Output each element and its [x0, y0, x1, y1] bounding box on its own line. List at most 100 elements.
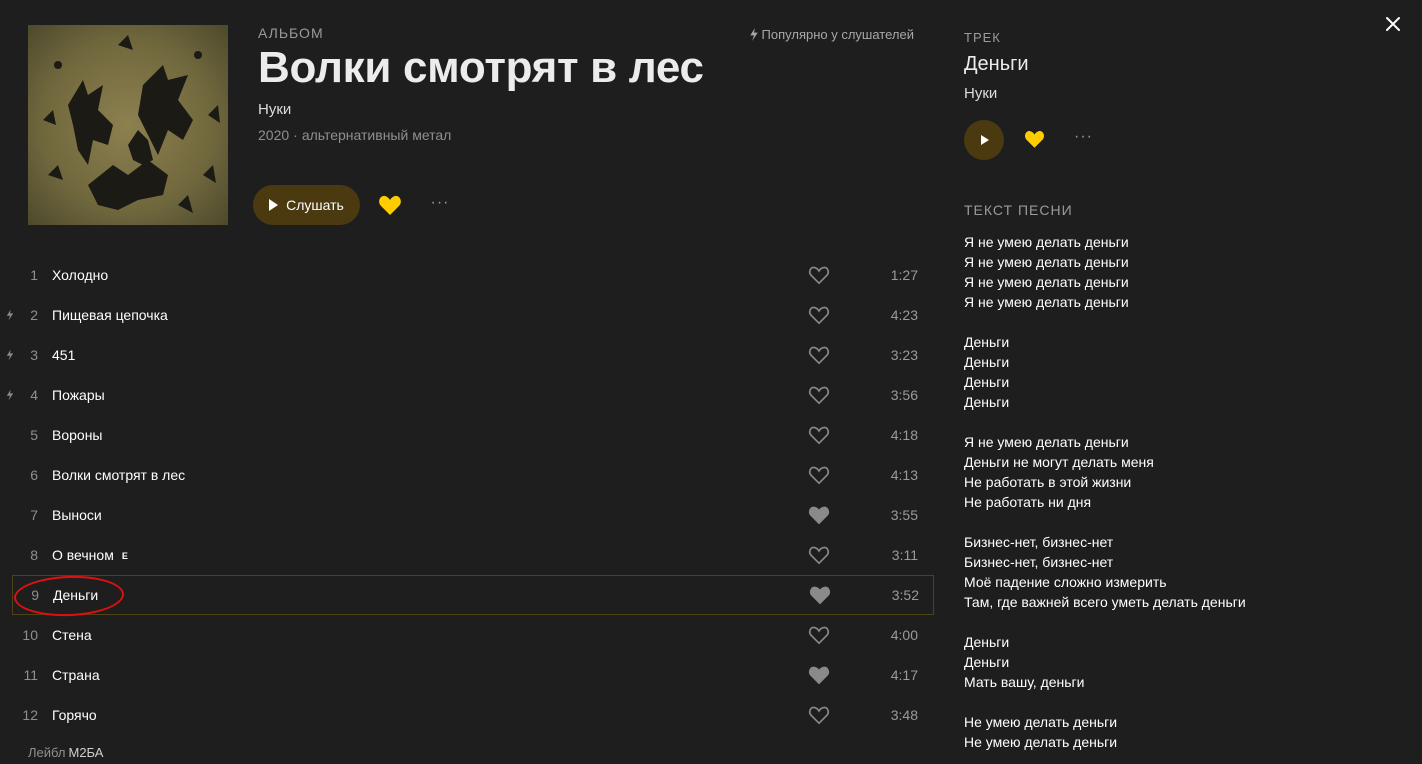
lyrics-line: Там, где важней всего уметь делать деньг… — [964, 594, 1246, 610]
track-title: Волки смотрят в лес — [52, 467, 185, 483]
album-like-heart-icon[interactable] — [378, 194, 402, 216]
lyrics-stanza: Не умею делать деньги Не умею делать день… — [964, 712, 1384, 752]
track-title: Деньги — [53, 587, 98, 603]
heart-filled-icon[interactable] — [808, 665, 830, 685]
heart-outline-icon[interactable] — [808, 345, 830, 365]
heart-outline-icon[interactable] — [808, 465, 830, 485]
lyrics-line: Деньги — [964, 354, 1010, 370]
lyrics-line: Не работать ни дня — [964, 494, 1092, 510]
track-list: 1 Холодно 1:27 2 Пищевая цепочка 4:23 3 451 3:23… — [6, 255, 934, 735]
listen-button[interactable]: Слушать — [253, 185, 360, 225]
track-duration: 1:27 — [890, 267, 918, 283]
lightning-icon — [749, 28, 758, 41]
track-title: Стена — [52, 627, 92, 643]
track-title: О вечном E — [52, 547, 128, 563]
track-row[interactable]: 2 Пищевая цепочка 4:23 — [6, 295, 934, 335]
lyrics-line: Мать вашу, деньги — [964, 674, 1085, 690]
album-type-label: Альбом — [258, 25, 324, 41]
lyrics-text: Я не умею делать деньги Я не умею делать … — [964, 232, 1384, 764]
track-number: 3 — [30, 347, 38, 363]
track-title: Пожары — [52, 387, 105, 403]
track-duration: 3:11 — [891, 547, 918, 563]
lyrics-line: Деньги — [964, 634, 1010, 650]
side-more-icon[interactable]: ··· — [1074, 128, 1093, 146]
lyrics-line: Бизнес-нет, бизнес-нет — [964, 554, 1114, 570]
track-title: 451 — [52, 347, 75, 363]
lyrics-stanza: Деньги Деньги Деньги Деньги — [964, 332, 1384, 412]
side-like-heart-icon[interactable] — [1024, 129, 1045, 149]
lyrics-line: Я не умею делать деньги — [964, 274, 1129, 290]
track-title-text: Пищевая цепочка — [52, 307, 168, 323]
album-year: 2020 — [258, 127, 290, 143]
lyrics-line: Деньги — [964, 374, 1010, 390]
close-icon[interactable] — [1384, 15, 1402, 33]
track-row[interactable]: 8 О вечном E 3:11 — [12, 535, 934, 575]
side-controls: ··· — [964, 120, 1364, 160]
lyrics-line: Не умею делать деньги — [964, 714, 1118, 730]
lyrics-line: Не умею делать деньги — [964, 734, 1118, 750]
lyrics-line: Деньги — [964, 654, 1010, 670]
track-duration: 4:23 — [890, 307, 918, 323]
side-track-artist[interactable]: Нуки — [964, 85, 1364, 102]
track-number: 2 — [30, 307, 38, 323]
label-prefix: Лейбл — [28, 745, 66, 760]
track-title: Выноси — [52, 507, 102, 523]
track-title: Пищевая цепочка — [52, 307, 168, 323]
lyrics-heading: Текст песни — [964, 202, 1073, 218]
track-title-text: Выноси — [52, 507, 102, 523]
lyrics-line: Я не умею делать деньги — [964, 234, 1129, 250]
track-title-text: Холодно — [52, 267, 109, 283]
track-row[interactable]: 12 Горячо 3:48 — [12, 695, 934, 735]
track-duration: 4:00 — [890, 627, 918, 643]
lyrics-line: Я не умею делать деньги — [964, 254, 1129, 270]
lyrics-line: Деньги — [964, 394, 1010, 410]
track-number: 4 — [30, 387, 38, 403]
heart-outline-icon[interactable] — [808, 425, 830, 445]
album-more-icon[interactable]: ··· — [429, 194, 451, 214]
track-title: Холодно — [52, 267, 108, 283]
album-cover[interactable] — [28, 25, 228, 225]
play-icon — [269, 199, 279, 211]
track-row[interactable]: 5 Вороны 4:18 — [12, 415, 934, 455]
lyrics-line: Моё падение сложно измерить — [964, 574, 1167, 590]
heart-outline-icon[interactable] — [808, 705, 830, 725]
heart-outline-icon[interactable] — [808, 625, 830, 645]
lyrics-line: Деньги не могут делать меня — [964, 454, 1154, 470]
heart-outline-icon[interactable] — [808, 545, 830, 565]
heart-outline-icon[interactable] — [808, 265, 830, 285]
heart-outline-icon[interactable] — [808, 385, 830, 405]
album-cover-art — [28, 25, 228, 225]
track-row[interactable]: 1 Холодно 1:27 — [12, 255, 934, 295]
side-track-title[interactable]: Деньги — [964, 53, 1364, 76]
lyrics-line: Я не умею делать деньги — [964, 434, 1129, 450]
lyrics-line: Я не умею делать деньги — [964, 294, 1129, 310]
track-title-text: Волки смотрят в лес — [52, 467, 186, 483]
album-title: Волки смотрят в лес — [258, 43, 704, 92]
label-info: Лейбл M2БА — [28, 745, 103, 760]
track-row[interactable]: 9 Деньги 3:52 — [12, 575, 934, 615]
track-row[interactable]: 7 Выноси 3:55 — [12, 495, 934, 535]
lyrics-line: Бизнес-нет, бизнес-нет — [964, 534, 1114, 550]
album-artist-link[interactable]: Нуки — [258, 101, 704, 118]
track-row[interactable]: 6 Волки смотрят в лес 4:13 — [12, 455, 934, 495]
track-row[interactable]: 4 Пожары 3:56 — [6, 375, 934, 415]
track-kicker: Трек — [964, 30, 1001, 45]
track-row[interactable]: 10 Стена 4:00 — [12, 615, 934, 655]
side-play-button[interactable] — [964, 120, 1004, 160]
popular-badge: Популярно у слушателей — [749, 27, 914, 42]
track-row[interactable]: 3 451 3:23 — [6, 335, 934, 375]
track-title-text: Деньги — [53, 587, 99, 603]
track-title: Страна — [52, 667, 100, 683]
track-row[interactable]: 11 Страна 4:17 — [12, 655, 934, 695]
album-genre-link[interactable]: альтернативный метал — [302, 127, 452, 143]
heart-filled-icon[interactable] — [808, 505, 830, 525]
heart-filled-icon[interactable] — [809, 585, 831, 605]
track-duration: 3:55 — [890, 507, 918, 523]
label-name-link[interactable]: M2БА — [68, 745, 103, 760]
track-duration: 4:18 — [890, 427, 918, 443]
lyrics-line: Не работать в этой жизни — [964, 474, 1132, 490]
track-side-panel: Трек Деньги Нуки ··· Текст песни — [964, 30, 1364, 218]
heart-outline-icon[interactable] — [808, 305, 830, 325]
track-title-text: Горячо — [52, 707, 97, 723]
track-title: Вороны — [52, 427, 103, 443]
